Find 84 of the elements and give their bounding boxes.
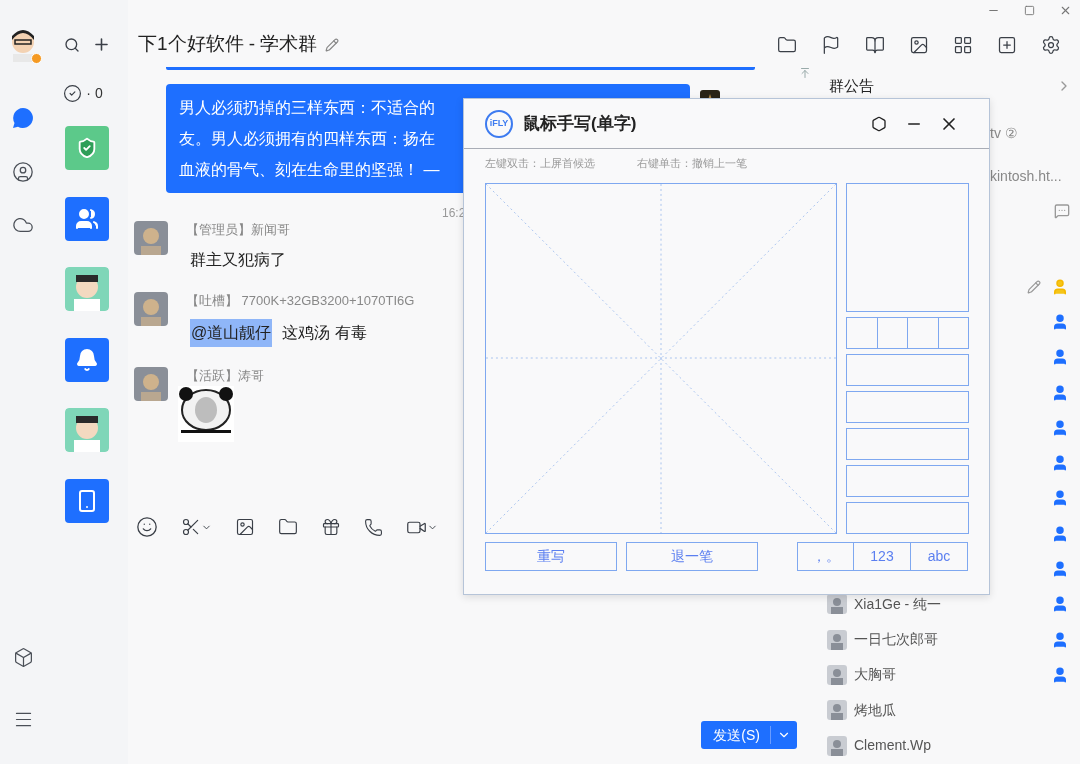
done-count: · 0 [86, 84, 103, 103]
conversation-avatar[interactable] [65, 267, 109, 311]
admin-icon [1051, 524, 1069, 543]
app-logo: iFLY [485, 109, 513, 138]
folder-icon[interactable] [777, 35, 797, 55]
image-icon[interactable] [909, 35, 929, 55]
member-avatar [827, 664, 847, 685]
settings-icon[interactable] [871, 115, 887, 132]
cube-icon[interactable] [12, 647, 34, 668]
panel-title: 群公告 [829, 76, 874, 96]
member-name[interactable]: Xia1Ge - 纯一 [854, 593, 942, 615]
image-icon[interactable] [235, 517, 255, 537]
candidate-cell[interactable] [907, 317, 939, 349]
sender-avatar [134, 221, 168, 255]
status-badge [31, 53, 42, 64]
phone-icon[interactable] [364, 517, 383, 537]
member-avatar [827, 629, 847, 650]
candidate-cell[interactable] [876, 317, 908, 349]
member-name[interactable]: Clement.Wp [854, 735, 932, 756]
owner-icon [1051, 277, 1069, 296]
edit-icon[interactable] [1027, 279, 1041, 294]
message-text: 友。男人必须拥有的四样东西：扬在 [179, 129, 435, 149]
member-avatar [827, 594, 847, 615]
book-icon[interactable] [865, 35, 885, 55]
announcement-text: tv ② [990, 123, 1019, 142]
gift-icon[interactable] [321, 517, 341, 537]
member-name[interactable]: 烤地瓜 [854, 699, 896, 721]
chat-icon[interactable] [11, 106, 35, 130]
hint-text: 左键双击：上屏首候选 [485, 155, 595, 171]
admin-icon [1051, 630, 1069, 649]
folder-icon[interactable] [278, 517, 298, 537]
member-name[interactable]: 大胸哥 [854, 664, 896, 686]
edit-icon[interactable] [325, 38, 340, 52]
admin-icon [1051, 489, 1069, 508]
add-box-icon[interactable] [997, 35, 1017, 55]
maximize-icon[interactable] [1024, 4, 1035, 16]
admin-icon [1051, 595, 1069, 614]
grid-icon[interactable] [953, 35, 973, 55]
admin-icon [1051, 665, 1069, 684]
admin-icon [1051, 312, 1069, 331]
admin-icon [1051, 560, 1069, 578]
check-circle-icon[interactable] [63, 84, 83, 103]
pad-button[interactable]: 重写 [485, 542, 617, 571]
admin-icon [1051, 383, 1069, 402]
scissors-icon[interactable] [181, 517, 201, 537]
chat-title: 下1个好软件 - 学术群 [138, 31, 318, 56]
admin-icon [1051, 454, 1069, 473]
message-text: 男人必须扔掉的三样东西：不适合的 [179, 98, 435, 118]
notification-item[interactable] [65, 337, 109, 382]
mention-tag[interactable]: @道山靓仔 [190, 319, 273, 347]
mode-button[interactable]: abc [910, 542, 968, 571]
sender-avatar [134, 367, 168, 401]
emoji-icon[interactable] [136, 516, 158, 538]
member-avatar [827, 735, 847, 756]
message-text: 这鸡汤 有毒 [282, 323, 367, 343]
send-button[interactable]: 发送(S) [701, 721, 797, 749]
message-text: 群主又犯病了 [190, 250, 287, 270]
admin-icon [1051, 418, 1069, 437]
comment-icon[interactable] [1054, 202, 1070, 219]
window-title: 鼠标手写(单字) [523, 112, 637, 135]
group-chat-item[interactable] [65, 196, 109, 241]
sender-name: 【管理员】新闻哥 [186, 222, 290, 238]
settings-icon[interactable] [1041, 35, 1061, 55]
member-avatar [827, 700, 847, 721]
candidate-cell[interactable] [846, 317, 878, 349]
flag-icon[interactable] [821, 35, 841, 55]
device-item[interactable] [65, 478, 109, 523]
candidate-cell[interactable] [937, 317, 969, 349]
shield-icon [76, 137, 98, 159]
mode-button[interactable]: ，。 [797, 542, 854, 571]
search-icon[interactable] [63, 36, 80, 53]
conversation-avatar[interactable] [65, 408, 109, 452]
group-icon [75, 206, 99, 231]
sender-name: 【吐槽】 7700K+32GB3200+1070TI6G [186, 293, 415, 309]
message-text: 血液的骨气、刻在生命里的坚强！ — [179, 160, 440, 180]
bell-icon [75, 347, 99, 372]
sender-avatar [134, 292, 168, 326]
member-name[interactable]: 一日七次郎哥 [854, 629, 938, 651]
contacts-icon[interactable] [12, 161, 34, 183]
announcement-text: kintosh.ht... [990, 166, 1063, 185]
pad-button[interactable]: 退一笔 [626, 542, 758, 571]
admin-icon [1051, 348, 1069, 367]
sender-name: 【活跃】涛哥 [186, 368, 264, 384]
hint-text: 右键单击：撤销上一笔 [637, 155, 747, 171]
